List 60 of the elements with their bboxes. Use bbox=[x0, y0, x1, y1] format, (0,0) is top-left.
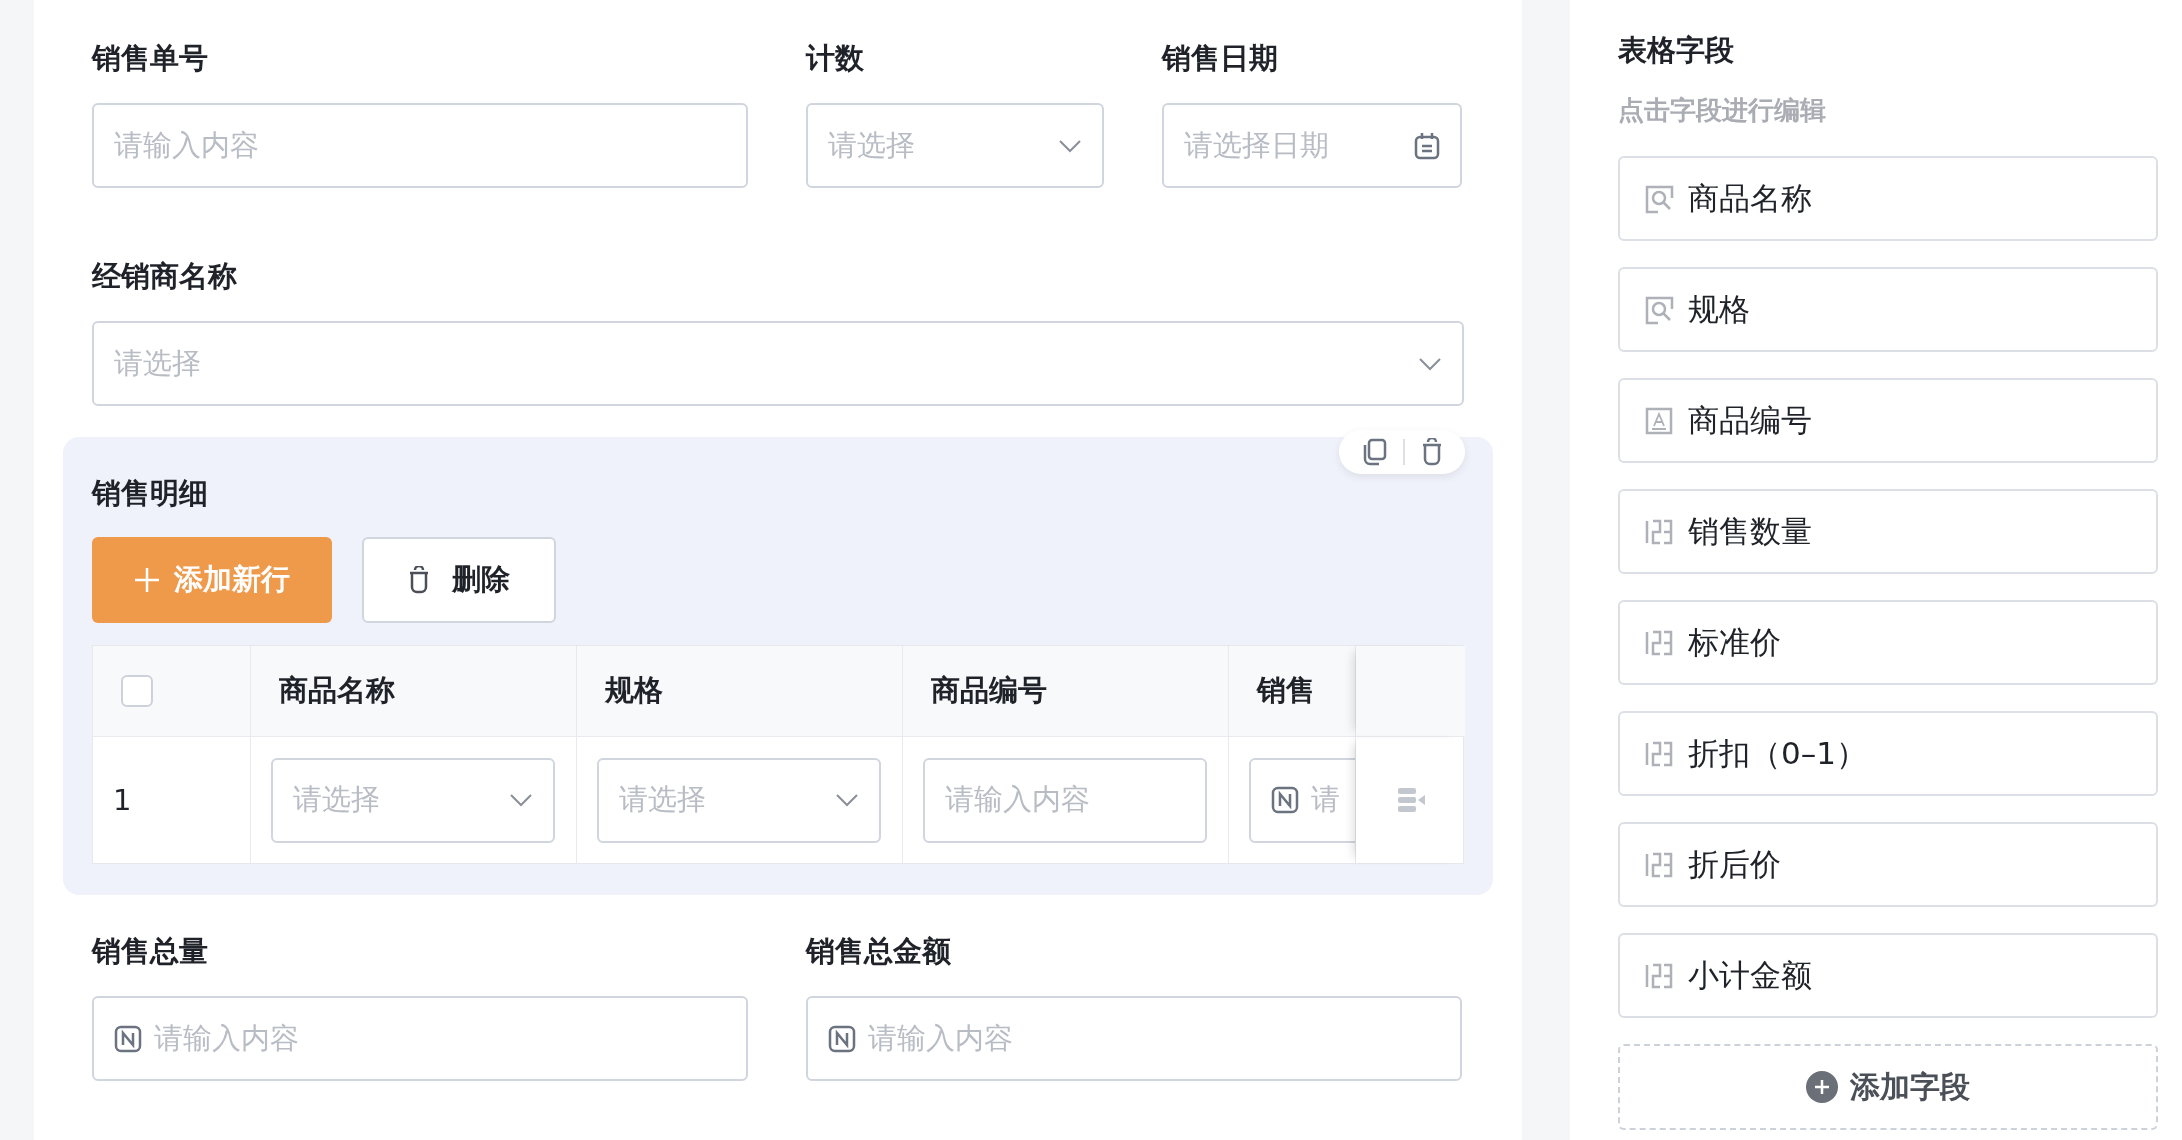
search-box-icon bbox=[1644, 294, 1674, 325]
calendar-icon bbox=[1414, 131, 1440, 160]
copy-icon[interactable] bbox=[1361, 438, 1387, 466]
date-field[interactable]: 请选择日期 bbox=[1162, 103, 1462, 188]
field-item-label: 折后价 bbox=[1688, 844, 1781, 884]
column-header: 销售 bbox=[1229, 646, 1356, 737]
field-item-label: 商品名称 bbox=[1688, 178, 1812, 218]
add-row-button[interactable]: 添加新行 bbox=[92, 537, 332, 623]
panel-subtitle: 点击字段进行编辑 bbox=[1618, 94, 1827, 127]
checkbox[interactable] bbox=[121, 675, 153, 707]
number-icon bbox=[1271, 786, 1299, 814]
field-item-label: 小计金额 bbox=[1688, 955, 1812, 995]
input-field[interactable]: 请输入内容 bbox=[806, 996, 1462, 1081]
select-field[interactable]: 请选择 bbox=[597, 757, 881, 843]
input-field[interactable]: 请输入内容 bbox=[92, 103, 748, 188]
field-item[interactable]: 商品编号 bbox=[1618, 378, 2158, 463]
chevron-down-icon bbox=[509, 793, 533, 807]
field-item-label: 标准价 bbox=[1688, 622, 1781, 662]
chevron-down-icon bbox=[835, 793, 859, 807]
plus-icon bbox=[134, 567, 160, 593]
input-field[interactable]: 请 bbox=[1249, 757, 1355, 843]
add-field-button[interactable]: 添加字段 bbox=[1618, 1044, 2158, 1130]
select-field[interactable]: 请选择 bbox=[271, 757, 555, 843]
column-header: 商品名称 bbox=[251, 646, 577, 737]
field-label: 销售总金额 bbox=[806, 933, 952, 970]
delete-button[interactable]: 删除 bbox=[362, 537, 556, 623]
column-header: 商品编号 bbox=[903, 646, 1229, 737]
field-item[interactable]: 标准价 bbox=[1618, 600, 2158, 685]
trash-icon bbox=[408, 566, 430, 594]
chevron-down-icon bbox=[1058, 138, 1082, 153]
row-number: 1 bbox=[113, 783, 132, 817]
panel-title: 表格字段 bbox=[1618, 32, 1735, 69]
select-field[interactable]: 请选择 bbox=[92, 321, 1464, 406]
field-label: 销售单号 bbox=[92, 40, 209, 77]
trash-icon[interactable] bbox=[1421, 438, 1443, 466]
field-label: 销售总量 bbox=[92, 933, 209, 970]
field-item-label: 销售数量 bbox=[1688, 511, 1812, 551]
field-item-label: 折扣（0–1） bbox=[1688, 733, 1867, 773]
section-title: 销售明细 bbox=[92, 475, 209, 512]
field-item[interactable]: 折扣（0–1） bbox=[1618, 711, 2158, 796]
chevron-down-icon bbox=[1418, 356, 1442, 371]
field-label: 经销商名称 bbox=[92, 258, 238, 295]
search-box-icon bbox=[1644, 183, 1674, 214]
input-field[interactable]: 请输入内容 bbox=[92, 996, 748, 1081]
field-item[interactable]: 销售数量 bbox=[1618, 489, 2158, 574]
field-item[interactable]: 小计金额 bbox=[1618, 933, 2158, 1018]
field-label: 销售日期 bbox=[1162, 40, 1279, 77]
field-label: 计数 bbox=[806, 40, 865, 77]
input-field[interactable]: 请输入内容 bbox=[923, 757, 1207, 843]
text-box-icon bbox=[1644, 405, 1674, 436]
field-item-label: 商品编号 bbox=[1688, 400, 1812, 440]
number-icon bbox=[114, 1024, 142, 1053]
number-icon bbox=[828, 1024, 856, 1053]
field-item[interactable]: 商品名称 bbox=[1618, 156, 2158, 241]
column-header: 规格 bbox=[577, 646, 903, 737]
field-item[interactable]: 规格 bbox=[1618, 267, 2158, 352]
plus-circle-icon bbox=[1806, 1071, 1838, 1103]
field-item-label: 规格 bbox=[1688, 289, 1750, 329]
field-item[interactable]: 折后价 bbox=[1618, 822, 2158, 907]
select-field[interactable]: 请选择 bbox=[806, 103, 1104, 188]
